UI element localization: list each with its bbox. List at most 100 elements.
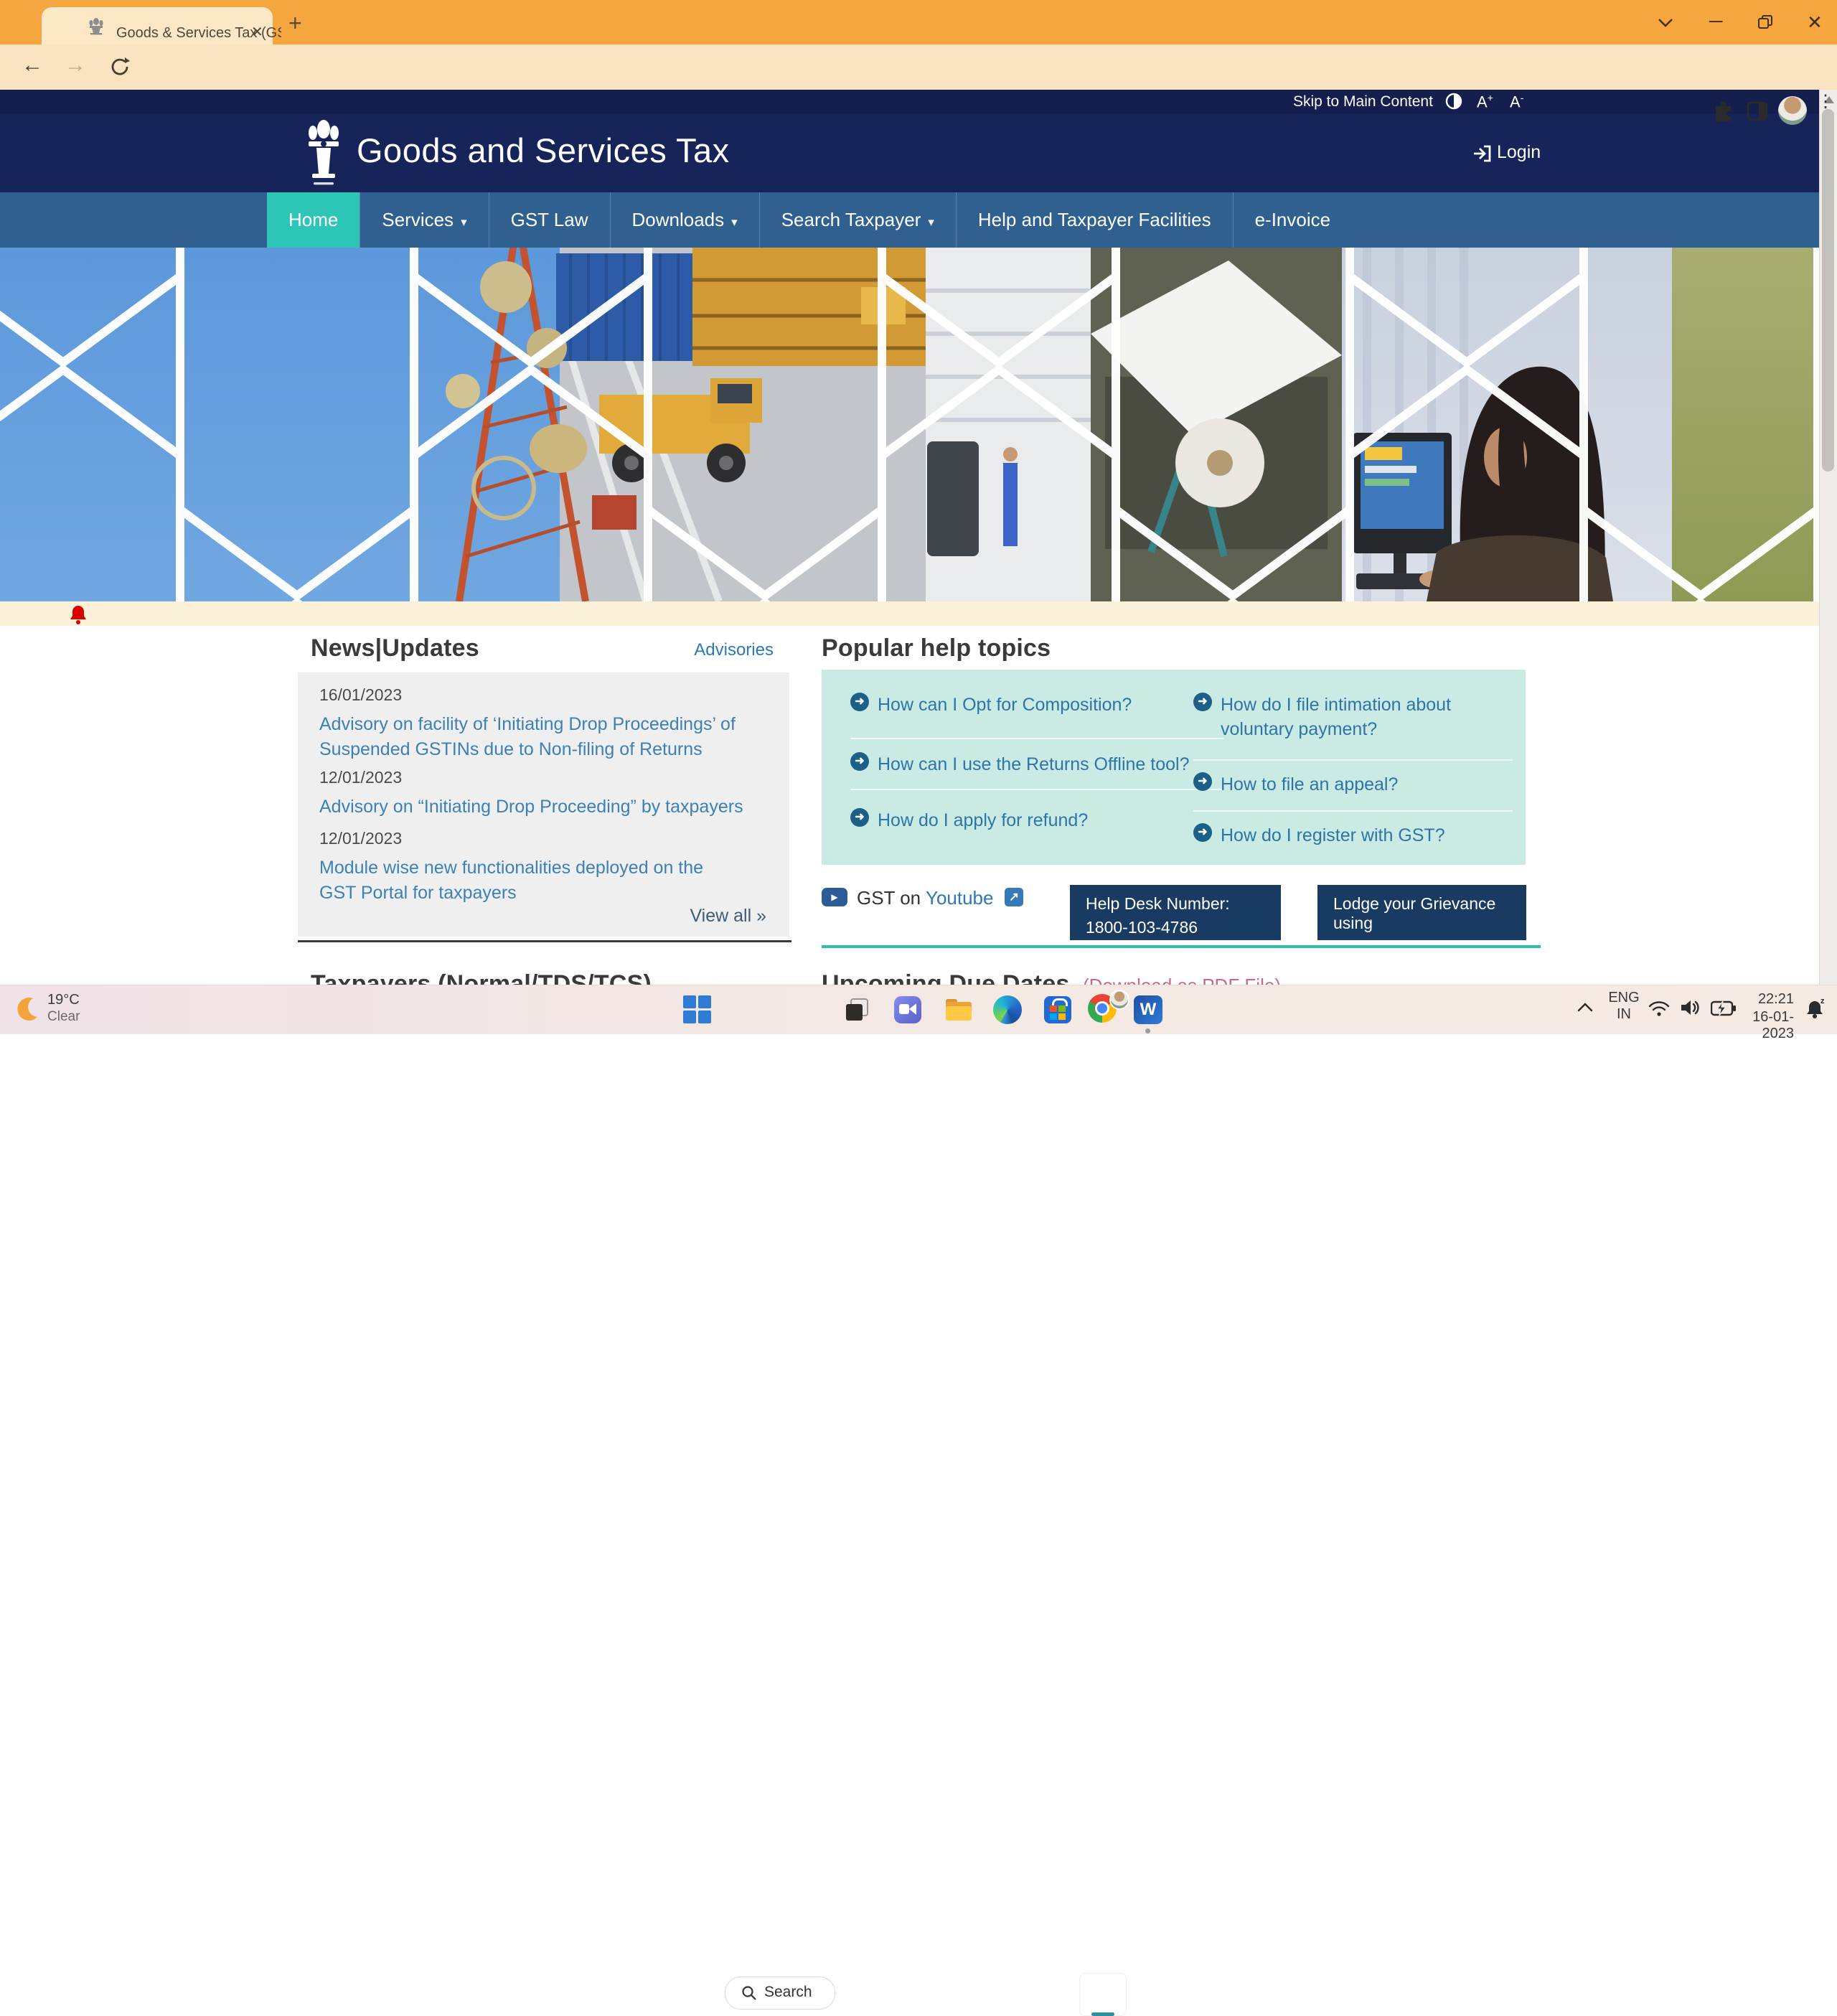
alert-bell-icon: [70, 606, 86, 624]
chevron-down-icon: ▾: [461, 215, 467, 229]
tab-favicon-emblem-icon: [89, 18, 103, 35]
arrow-right-circle-icon: ➜: [1193, 772, 1212, 791]
nav-item-help-facilities[interactable]: Help and Taxpayer Facilities: [955, 192, 1233, 248]
divider: [1193, 759, 1513, 761]
notification-bell-icon[interactable]: z: [1805, 997, 1827, 1020]
tab-close-icon[interactable]: ✕: [251, 23, 263, 41]
tab-search-chevron-icon[interactable]: [1656, 16, 1675, 29]
clock-date[interactable]: 16-01-2023: [1722, 1009, 1794, 1042]
scrollbar-thumb[interactable]: [1822, 109, 1834, 472]
india-emblem-icon: [309, 120, 339, 185]
font-increase-button[interactable]: A+: [1477, 92, 1493, 111]
section-divider: [298, 940, 791, 942]
gst-on-label: GST on: [857, 887, 921, 909]
nav-item-downloads[interactable]: Downloads ▾: [609, 192, 759, 248]
window-restore-icon[interactable]: [1757, 14, 1774, 31]
popular-help-topics-heading: Popular help topics: [822, 634, 1051, 662]
view-all-link[interactable]: View all »: [690, 906, 766, 927]
reload-icon[interactable]: [109, 56, 131, 78]
word-running-dot: [1145, 1028, 1150, 1033]
tray-chevron-up-icon[interactable]: [1576, 1001, 1594, 1014]
microsoft-store-icon[interactable]: [1044, 996, 1071, 1023]
help-topic-link[interactable]: How do I apply for refund?: [878, 809, 1208, 833]
taskbar-search[interactable]: Search: [725, 1977, 835, 2010]
nav-item-search-taxpayer[interactable]: Search Taxpayer ▾: [758, 192, 956, 248]
wifi-icon[interactable]: [1648, 998, 1671, 1018]
main-navigation: Home Services ▾ GST Law Downloads ▾ Search…: [0, 192, 1819, 248]
nav-item-gst-law[interactable]: GST Law: [488, 192, 610, 248]
news-list-panel: 16/01/2023 Advisory on facility of ‘Init…: [298, 672, 789, 937]
youtube-play-icon: ▶: [822, 888, 847, 906]
file-explorer-icon[interactable]: [944, 996, 973, 1023]
arrow-right-circle-icon: ➜: [850, 808, 869, 827]
news-date: 16/01/2023: [319, 685, 403, 704]
back-icon[interactable]: ←: [22, 53, 43, 78]
weather-desc[interactable]: Clear: [47, 1009, 80, 1025]
advisories-link[interactable]: Advisories: [667, 640, 774, 660]
volume-icon[interactable]: [1679, 997, 1701, 1018]
contrast-icon[interactable]: [1445, 93, 1462, 110]
teams-chat-icon[interactable]: [894, 996, 921, 1023]
news-updates-heading: News|Updates: [311, 634, 479, 662]
youtube-link[interactable]: Youtube: [926, 887, 993, 909]
edge-browser-icon[interactable]: [993, 995, 1022, 1024]
search-icon: [742, 1986, 756, 2000]
chevron-down-icon: ▾: [928, 215, 934, 229]
search-label: Search: [764, 1984, 812, 2000]
divider: [850, 738, 1223, 739]
weather-temp[interactable]: 19°C: [47, 992, 80, 1008]
accessibility-bar: Skip to Main Content A+ A-: [0, 90, 1819, 114]
help-topic-link[interactable]: How do I register with GST?: [1221, 824, 1508, 848]
help-topics-panel: ➜ How can I Opt for Composition? ➜ How c…: [822, 670, 1526, 865]
browser-menu-kebab-icon[interactable]: ⋮: [1817, 93, 1834, 111]
section-divider-teal: [822, 945, 1541, 948]
chevron-down-icon: ▾: [731, 215, 738, 229]
news-date: 12/01/2023: [319, 768, 403, 787]
help-topic-link[interactable]: How can I Opt for Composition?: [878, 693, 1208, 718]
task-view-icon[interactable]: [844, 997, 870, 1023]
divider: [850, 789, 1223, 790]
login-icon: [1474, 145, 1491, 162]
help-desk-box: Help Desk Number: 1800-103-4786: [1070, 885, 1281, 940]
arrow-right-circle-icon: ➜: [1193, 823, 1212, 842]
news-ticker-bar: [0, 601, 1819, 626]
hero-collage-image: [0, 248, 1819, 601]
news-link[interactable]: Advisory on facility of ‘Initiating Drop…: [319, 712, 764, 762]
svg-text:z: z: [1820, 997, 1825, 1005]
external-link-icon[interactable]: ↗: [1005, 888, 1023, 906]
window-minimize-icon[interactable]: ─: [1709, 10, 1722, 32]
weather-moon-icon[interactable]: [13, 994, 42, 1023]
start-button[interactable]: [683, 995, 712, 1024]
skip-to-content-link[interactable]: Skip to Main Content: [1293, 93, 1433, 111]
forward-icon[interactable]: →: [65, 53, 86, 78]
news-link[interactable]: Advisory on “Initiating Drop Proceeding”…: [319, 794, 771, 820]
divider: [1193, 810, 1513, 812]
clock-time[interactable]: 22:21: [1744, 991, 1794, 1008]
grievance-box[interactable]: Lodge your Grievance using self-service …: [1317, 885, 1526, 975]
browser-titlebar: Goods & Services Tax (GST) | Hon ✕ + ─ ✕: [0, 0, 1837, 44]
window-close-icon[interactable]: ✕: [1807, 11, 1823, 34]
nav-item-home[interactable]: Home: [267, 192, 360, 248]
arrow-right-circle-icon: ➜: [850, 752, 869, 771]
arrow-right-circle-icon: ➜: [1193, 693, 1212, 711]
arrow-right-circle-icon: ➜: [850, 693, 869, 711]
site-title: Goods and Services Tax: [357, 131, 730, 169]
extensions-puzzle-icon[interactable]: [1711, 99, 1735, 123]
browser-toolbar: ← → gst.gov.in ☆ ⋮: [0, 44, 1837, 128]
language-indicator[interactable]: ENG IN: [1606, 990, 1642, 1023]
nav-item-e-invoice[interactable]: e-Invoice: [1232, 192, 1353, 248]
help-topic-link[interactable]: How do I file intimation about voluntary…: [1221, 693, 1508, 742]
nav-item-services[interactable]: Services ▾: [360, 192, 488, 248]
help-topic-link[interactable]: How to file an appeal?: [1221, 773, 1508, 797]
word-icon[interactable]: W: [1134, 995, 1162, 1024]
active-app-highlight: [1079, 1973, 1127, 2016]
font-decrease-button[interactable]: A-: [1510, 92, 1523, 111]
chrome-active-indicator: [1091, 2012, 1114, 2016]
news-link[interactable]: Module wise new functionalities deployed…: [319, 855, 736, 906]
news-date: 12/01/2023: [319, 829, 403, 848]
new-tab-button[interactable]: +: [288, 10, 302, 37]
side-panel-icon[interactable]: [1747, 100, 1768, 122]
help-topic-link[interactable]: How can I use the Returns Offline tool?: [878, 753, 1222, 777]
profile-avatar[interactable]: [1778, 96, 1807, 125]
browser-tab[interactable]: Goods & Services Tax (GST) | Hon ✕: [42, 7, 281, 44]
